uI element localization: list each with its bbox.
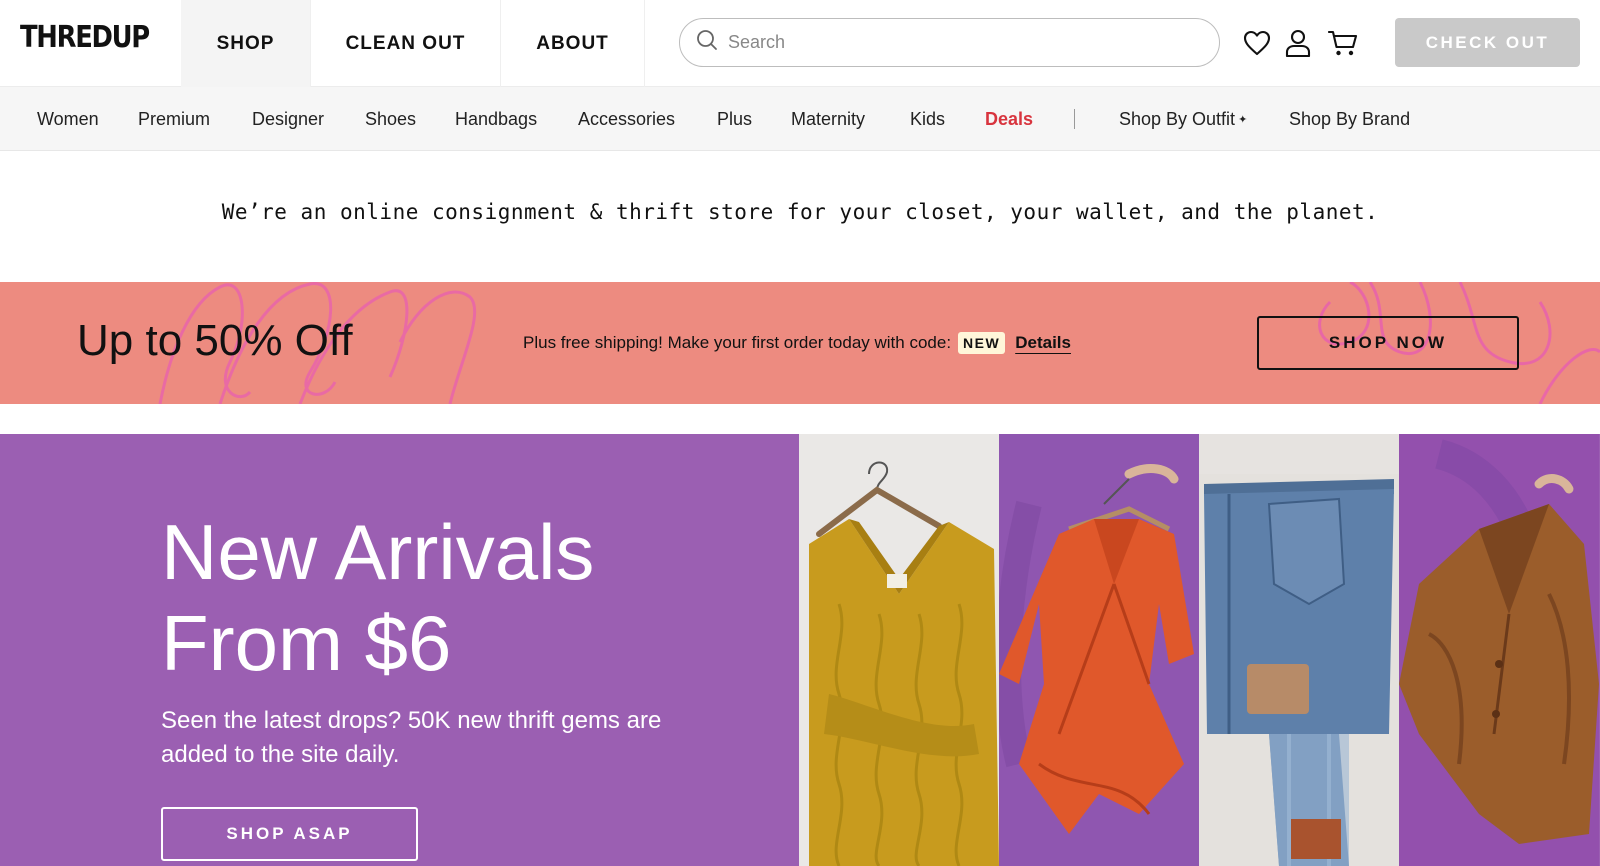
search-icon — [696, 29, 718, 56]
nav-clean-out[interactable]: CLEAN OUT — [311, 0, 501, 87]
category-divider — [1074, 109, 1075, 129]
hero-title-line-1: New Arrivals — [161, 508, 595, 596]
shop-asap-button[interactable]: SHOP ASAP — [161, 807, 418, 861]
hero-title-line-2: From $6 — [161, 599, 452, 687]
category-maternity[interactable]: Maternity — [791, 87, 865, 151]
checkout-button[interactable]: CHECK OUT — [1395, 18, 1580, 67]
promo-details-link[interactable]: Details — [1015, 333, 1071, 353]
sparkle-icon: ✦ — [1238, 113, 1248, 126]
category-shoes[interactable]: Shoes — [365, 87, 416, 151]
category-handbags[interactable]: Handbags — [455, 87, 537, 151]
category-designer[interactable]: Designer — [252, 87, 324, 151]
shop-now-button[interactable]: SHOP NOW — [1257, 316, 1519, 370]
category-kids[interactable]: Kids — [910, 87, 945, 151]
promo-message: Plus free shipping! Make your first orde… — [523, 333, 952, 352]
nav-shop[interactable]: SHOP — [181, 0, 311, 87]
blazer-image[interactable] — [1399, 434, 1599, 866]
category-premium[interactable]: Premium — [138, 87, 210, 151]
promo-banner: Up to 50% Off Plus free shipping! Make y… — [0, 282, 1600, 404]
hero-subtitle: Seen the latest drops? 50K new thrift ge… — [161, 707, 662, 768]
jeans-image[interactable] — [1199, 434, 1399, 866]
nav-about[interactable]: ABOUT — [501, 0, 645, 87]
category-plus[interactable]: Plus — [717, 87, 752, 151]
heart-icon[interactable] — [1241, 27, 1273, 59]
cart-icon[interactable] — [1327, 27, 1359, 59]
category-deals[interactable]: Deals — [985, 87, 1033, 151]
tagline: We’re an online consignment & thrift sto… — [221, 200, 1379, 224]
thredup-logo[interactable]: THREDUP — [20, 20, 150, 55]
promo-text: Plus free shipping! Make your first orde… — [523, 332, 1071, 354]
category-bar: Women Premium Designer Shoes Handbags Ac… — [0, 87, 1600, 151]
top-header: THREDUP SHOP CLEAN OUT ABOUT CHECK OUT — [0, 0, 1600, 87]
user-icon[interactable] — [1282, 27, 1314, 59]
main-nav: SHOP CLEAN OUT ABOUT — [181, 0, 645, 87]
category-women[interactable]: Women — [37, 87, 99, 151]
promo-code-badge: NEW — [958, 332, 1006, 354]
dress-image[interactable] — [999, 434, 1199, 866]
search-input[interactable] — [728, 32, 1188, 53]
category-accessories[interactable]: Accessories — [578, 87, 675, 151]
sweater-image[interactable] — [799, 434, 999, 866]
hero-title: New Arrivals From $6 — [161, 507, 594, 689]
category-shop-by-outfit[interactable]: Shop By Outfit ✦ — [1119, 87, 1247, 151]
promo-title: Up to 50% Off — [77, 316, 353, 365]
shop-by-outfit-label: Shop By Outfit — [1119, 108, 1236, 129]
category-shop-by-brand[interactable]: Shop By Brand — [1289, 87, 1410, 151]
hero-banner: New Arrivals From $6 Seen the latest dro… — [0, 434, 1600, 866]
search-box[interactable] — [679, 18, 1220, 67]
